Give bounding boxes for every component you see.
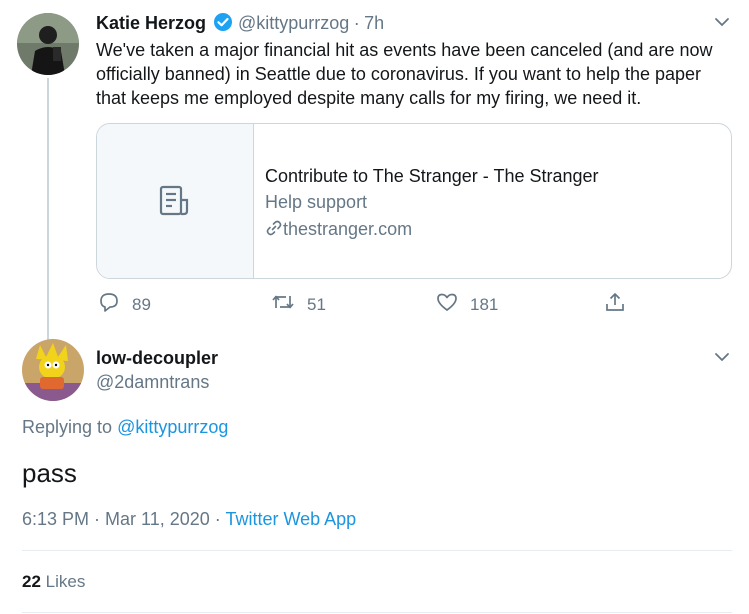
card-domain: thestranger.com: [265, 219, 412, 242]
author-handle[interactable]: @kittypurrzog: [238, 13, 349, 33]
tweet-text-line: officially banned) in Seattle due to cor…: [96, 64, 702, 84]
tweet-time[interactable]: 7h: [364, 13, 384, 33]
reply-timestamp[interactable]: 6:13 PM · Mar 11, 2020 ·: [22, 509, 221, 529]
share-action[interactable]: [604, 291, 626, 318]
card-description: Help support: [265, 192, 368, 212]
replying-to: Replying to @kittypurrzog: [22, 417, 228, 438]
tweet-text: We've taken a major financial hit as eve…: [96, 38, 736, 110]
reply-count: 89: [132, 294, 151, 314]
reply-author-handle[interactable]: @2damntrans: [96, 372, 209, 393]
avatar-low-decoupler[interactable]: [22, 339, 84, 401]
header-separator: ·: [353, 13, 360, 33]
reply-icon: [98, 291, 120, 318]
retweet-action[interactable]: 51: [271, 291, 326, 318]
card-domain-text: thestranger.com: [283, 219, 413, 239]
tweet-header: Katie Herzog @kittypurrzog · 7h: [96, 12, 384, 37]
likes-summary[interactable]: 22 Likes: [22, 572, 85, 592]
divider: [22, 550, 732, 551]
tweet-text-line: that keeps me employed despite many call…: [96, 88, 642, 108]
author-name[interactable]: Katie Herzog: [96, 13, 206, 33]
chevron-down-icon[interactable]: [713, 348, 731, 366]
card-title: Contribute to The Stranger - The Strange…: [265, 166, 599, 186]
tweet-text-line: We've taken a major financial hit as eve…: [96, 40, 713, 60]
verified-badge-icon: [213, 12, 233, 37]
thread-line: [47, 78, 49, 340]
link-icon: [265, 219, 283, 242]
heart-icon: [436, 291, 458, 318]
replying-prefix: Replying to: [22, 417, 113, 437]
reply-meta: 6:13 PM · Mar 11, 2020 · Twitter Web App: [22, 509, 356, 530]
divider: [22, 612, 732, 613]
retweet-icon: [271, 291, 295, 318]
document-icon: [157, 184, 191, 223]
avatar-katie-herzog[interactable]: [17, 13, 79, 75]
reply-author-name[interactable]: low-decoupler: [96, 348, 218, 369]
link-card[interactable]: Contribute to The Stranger - The Strange…: [96, 123, 732, 279]
likes-label: Likes: [45, 572, 86, 591]
likes-count: 22: [22, 572, 41, 591]
reply-action[interactable]: 89: [98, 291, 151, 318]
retweet-count: 51: [307, 294, 326, 314]
reply-text: pass: [22, 458, 77, 488]
like-count: 181: [470, 294, 499, 314]
like-action[interactable]: 181: [436, 291, 498, 318]
chevron-down-icon[interactable]: [713, 13, 731, 31]
replying-to-handle[interactable]: @kittypurrzog: [117, 417, 228, 437]
share-icon: [604, 291, 626, 318]
card-thumbnail: [97, 124, 254, 278]
reply-source[interactable]: Twitter Web App: [225, 509, 356, 529]
